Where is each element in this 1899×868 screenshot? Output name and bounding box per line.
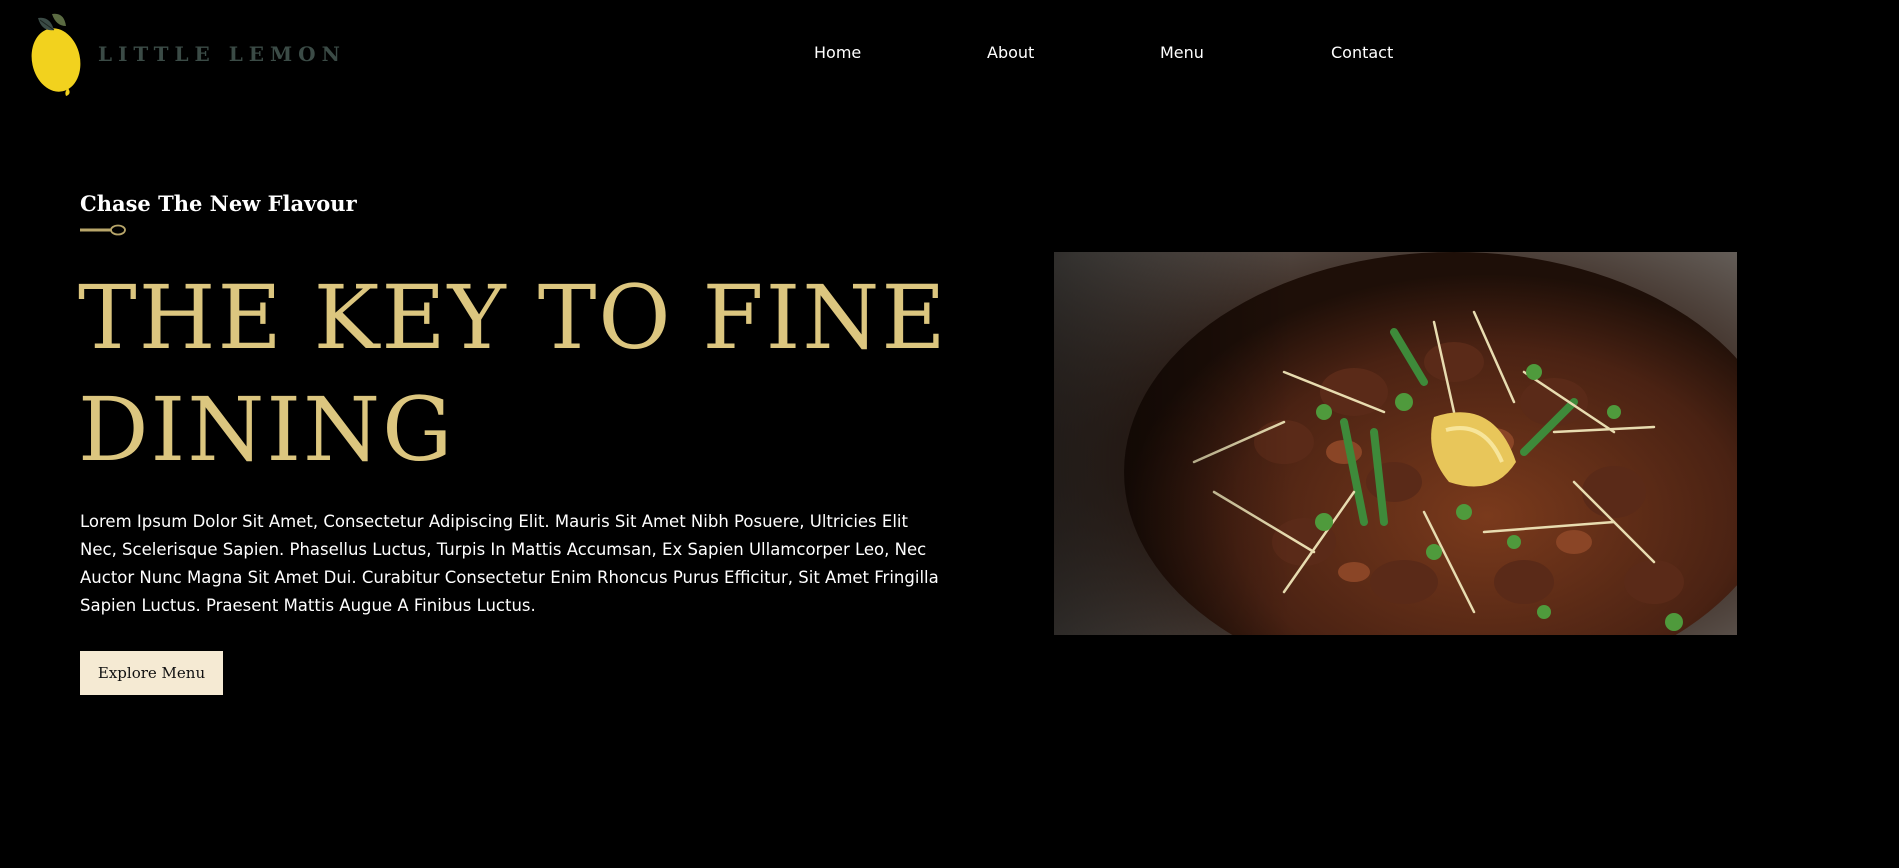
explore-menu-button[interactable]: Explore Menu	[80, 651, 223, 695]
hero-title-line-2: DINING	[78, 378, 455, 481]
nav-contact-link[interactable]: Contact	[1331, 43, 1393, 62]
main-nav: Home About Menu Contact	[0, 43, 1899, 67]
hero-dish-image	[1054, 252, 1737, 635]
nav-about-link[interactable]: About	[987, 43, 1034, 62]
hero-tagline: Chase The New Flavour	[80, 191, 357, 216]
spoon-icon	[80, 224, 126, 236]
site-header: LITTLE LEMON Home About Menu Contact	[0, 0, 1899, 110]
dish-photo	[1054, 252, 1737, 635]
nav-home-link[interactable]: Home	[814, 43, 861, 62]
hero-title-line-1: THE KEY TO FINE	[78, 266, 948, 369]
hero-description: Lorem Ipsum Dolor Sit Amet, Consectetur …	[80, 512, 939, 615]
hero-title: THE KEY TO FINE DINING	[78, 262, 978, 486]
nav-menu-link[interactable]: Menu	[1160, 43, 1204, 62]
